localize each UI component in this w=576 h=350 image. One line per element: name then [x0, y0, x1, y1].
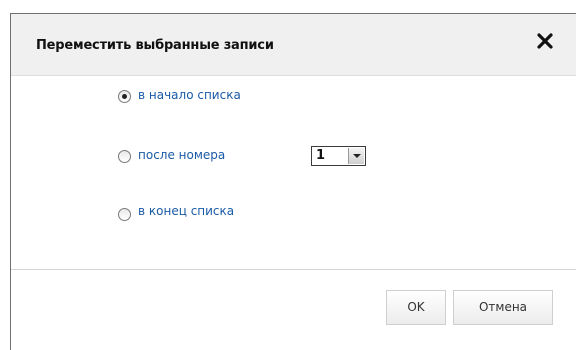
- close-icon[interactable]: [536, 32, 554, 50]
- position-number-select[interactable]: 1: [311, 146, 366, 166]
- option-label-start[interactable]: в начало списка: [138, 88, 241, 102]
- option-label-after[interactable]: после номера: [138, 148, 225, 162]
- option-label-end[interactable]: в конец списка: [138, 204, 234, 218]
- radio-end-of-list[interactable]: [118, 208, 131, 221]
- move-records-dialog: Переместить выбранные записи в начало сп…: [10, 13, 576, 350]
- footer-divider: [11, 269, 576, 270]
- radio-after-number[interactable]: [118, 150, 131, 163]
- dropdown-button[interactable]: [348, 148, 364, 164]
- ok-button[interactable]: OK: [386, 290, 446, 325]
- dialog-titlebar: Переместить выбранные записи: [11, 14, 576, 76]
- dialog-title: Переместить выбранные записи: [36, 38, 274, 53]
- position-select-value: 1: [316, 148, 326, 163]
- cancel-button[interactable]: Отмена: [453, 290, 553, 325]
- chevron-down-icon: [353, 154, 361, 158]
- radio-start-of-list[interactable]: [118, 90, 131, 103]
- radio-selected-dot: [122, 94, 127, 99]
